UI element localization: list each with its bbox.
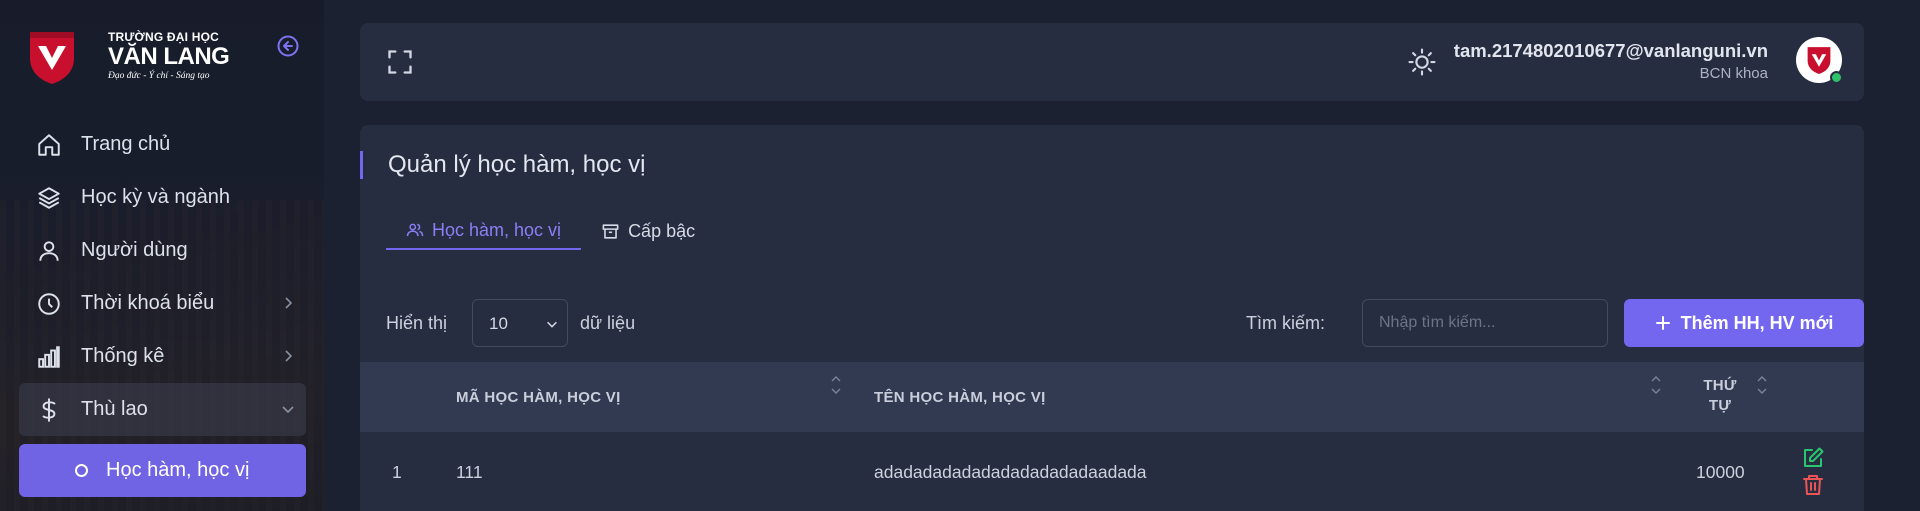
tab-ranks[interactable]: Cấp bậc bbox=[581, 212, 715, 250]
logo-line1: TRƯỜNG ĐẠI HỌC bbox=[108, 30, 219, 44]
clock-icon bbox=[35, 290, 63, 318]
row-code: 111 bbox=[456, 462, 483, 482]
sidebar-item-users[interactable]: Người dùng bbox=[19, 224, 306, 277]
layers-icon bbox=[35, 184, 63, 212]
sidebar-item-label: Thời khoá biểu bbox=[81, 292, 215, 314]
sidebar-item-label: Thù lao bbox=[81, 398, 148, 420]
search-input[interactable] bbox=[1362, 299, 1608, 347]
circle-icon bbox=[75, 464, 88, 477]
chevron-down-icon bbox=[547, 321, 557, 328]
university-logo[interactable]: TRƯỜNG ĐẠI HỌC VĂN LANG Đạo đức - Ý chí … bbox=[28, 28, 230, 86]
user-icon bbox=[35, 237, 63, 265]
logo-motto: Đạo đức - Ý chí - Sáng tạo bbox=[108, 71, 210, 81]
sidebar: TRƯỜNG ĐẠI HỌC VĂN LANG Đạo đức - Ý chí … bbox=[0, 0, 324, 511]
sidebar-item-remuneration[interactable]: Thù lao bbox=[19, 383, 306, 436]
row-order: 10000 bbox=[1696, 462, 1745, 482]
table-row: 1 111 adadadadadadadadadadadaadada 10000 bbox=[360, 432, 1864, 511]
fullscreen-icon[interactable] bbox=[386, 48, 414, 76]
sidebar-item-home[interactable]: Trang chủ bbox=[19, 118, 306, 171]
column-header-name[interactable]: TÊN HỌC HÀM, HỌC VỊ bbox=[874, 389, 1046, 406]
user-role: BCN khoa bbox=[1699, 65, 1768, 82]
home-icon bbox=[35, 131, 63, 159]
sidebar-subitem-label: Học hàm, học vị bbox=[106, 459, 250, 481]
logo-shield-icon bbox=[30, 32, 74, 84]
column-header-order-line2[interactable]: TỰ bbox=[1700, 397, 1740, 414]
tab-label: Học hàm, học vị bbox=[432, 219, 562, 240]
sidebar-item-label: Học kỳ và ngành bbox=[81, 186, 230, 208]
logo-line2: VĂN LANG bbox=[108, 43, 230, 70]
sidebar-subitem-academic-titles[interactable]: Học hàm, học vị bbox=[19, 444, 306, 497]
sidebar-item-label: Trang chủ bbox=[81, 133, 171, 155]
add-button-label: Thêm HH, HV mới bbox=[1680, 312, 1834, 333]
bar-chart-icon bbox=[35, 343, 63, 371]
sidebar-nav: Trang chủ Học kỳ và ngành Người dùng Thờ… bbox=[19, 118, 306, 497]
avatar[interactable] bbox=[1796, 37, 1843, 84]
archive-icon bbox=[602, 223, 619, 239]
sidebar-item-statistics[interactable]: Thống kê bbox=[19, 330, 306, 383]
data-label: dữ liệu bbox=[580, 313, 636, 333]
sidebar-item-timetable[interactable]: Thời khoá biểu bbox=[19, 277, 306, 330]
sort-icon[interactable] bbox=[1756, 374, 1768, 396]
edit-icon[interactable] bbox=[1801, 446, 1825, 470]
sort-icon[interactable] bbox=[830, 374, 842, 396]
chevron-right-icon bbox=[285, 297, 293, 309]
search-label: Tìm kiếm: bbox=[1246, 313, 1325, 333]
show-label: Hiển thị bbox=[386, 313, 448, 333]
plus-icon bbox=[1655, 316, 1670, 330]
tabs: Học hàm, học vị Cấp bậc bbox=[386, 212, 715, 250]
page-title: Quản lý học hàm, học vị bbox=[360, 151, 645, 179]
sun-icon[interactable] bbox=[1407, 47, 1437, 77]
sidebar-item-label: Thống kê bbox=[81, 345, 165, 367]
online-status-dot bbox=[1830, 71, 1843, 84]
column-header-order-line1[interactable]: THỨ bbox=[1700, 377, 1740, 394]
tab-label: Cấp bậc bbox=[628, 220, 696, 241]
collapse-sidebar-icon[interactable] bbox=[276, 34, 300, 58]
page-size-value: 10 bbox=[489, 314, 508, 333]
tab-academic-titles[interactable]: Học hàm, học vị bbox=[386, 212, 582, 250]
chevron-right-icon bbox=[285, 350, 293, 362]
sort-icon[interactable] bbox=[1650, 374, 1662, 396]
main-card: Quản lý học hàm, học vị Học hàm, học vị … bbox=[360, 125, 1864, 511]
user-email: tam.2174802010677@vanlanguni.vn bbox=[1453, 40, 1768, 61]
add-academic-title-button[interactable]: Thêm HH, HV mới bbox=[1624, 299, 1864, 347]
table-controls: Hiển thị 10 dữ liệu Tìm kiếm: Thêm HH, H… bbox=[386, 299, 1864, 347]
column-header-code[interactable]: MÃ HỌC HÀM, HỌC VỊ bbox=[456, 389, 621, 406]
sidebar-item-label: Người dùng bbox=[81, 239, 188, 261]
page-size-select[interactable]: 10 bbox=[472, 299, 568, 347]
sidebar-item-semester-major[interactable]: Học kỳ và ngành bbox=[19, 171, 306, 224]
topbar: tam.2174802010677@vanlanguni.vn BCN khoa bbox=[360, 23, 1864, 101]
row-name: adadadadadadadadadadadaadada bbox=[874, 462, 1147, 482]
chevron-down-icon bbox=[282, 406, 294, 414]
dollar-icon bbox=[35, 396, 63, 424]
trash-icon[interactable] bbox=[1801, 473, 1825, 497]
users-icon bbox=[406, 223, 424, 237]
avatar-logo-icon bbox=[1807, 47, 1831, 74]
row-index: 1 bbox=[392, 462, 402, 482]
table-header: MÃ HỌC HÀM, HỌC VỊ TÊN HỌC HÀM, HỌC VỊ T… bbox=[360, 362, 1864, 432]
